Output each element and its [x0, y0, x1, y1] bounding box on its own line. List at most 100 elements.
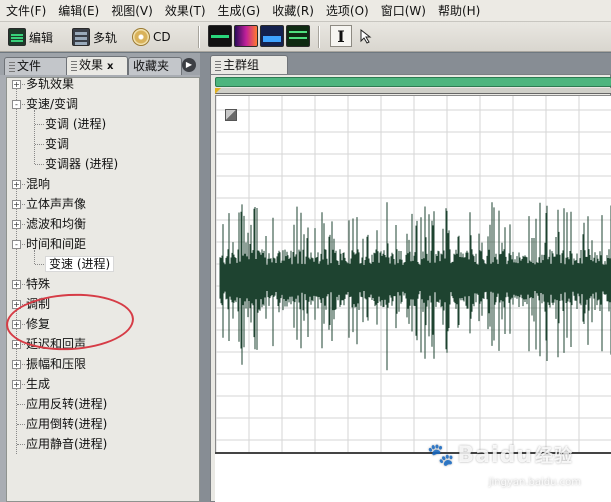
- tree-item-label: 变速 (进程): [45, 256, 115, 272]
- menu-item[interactable]: 效果(T): [159, 0, 212, 22]
- time-ruler[interactable]: [215, 88, 611, 94]
- tab-main-group-label: 主群组: [223, 58, 260, 72]
- tree-category[interactable]: 特殊: [26, 274, 50, 294]
- menu-item[interactable]: 帮助(H): [432, 0, 486, 22]
- tree-category[interactable]: 立体声声像: [26, 194, 86, 214]
- panel-tabs: 文件 效果 x 收藏夹 ▶: [0, 53, 200, 75]
- menu-item[interactable]: 生成(G): [212, 0, 267, 22]
- grip-icon: [9, 61, 15, 72]
- timeline-overview-bar[interactable]: [215, 77, 611, 87]
- menu-item[interactable]: 文件(F): [0, 0, 52, 22]
- collapse-icon[interactable]: -: [12, 240, 21, 249]
- tree-guide-line: [34, 250, 35, 264]
- main-editor-panel: 主群组: [200, 53, 611, 502]
- grip-icon: [71, 60, 77, 71]
- toolbar: 编辑 多轨 CD I: [0, 22, 611, 52]
- marquee-tool-icon[interactable]: [356, 25, 378, 47]
- menu-item[interactable]: 收藏(R): [266, 0, 320, 22]
- tab-effects[interactable]: 效果 x: [66, 56, 128, 75]
- multitrack-mode-button[interactable]: 多轨: [72, 26, 117, 48]
- cd-mode-label: CD: [153, 30, 171, 44]
- tree-item-label: 生成: [26, 377, 51, 391]
- close-icon[interactable]: x: [107, 58, 113, 75]
- playhead-marker-icon[interactable]: [215, 88, 221, 94]
- tree-item-label: 应用倒转(进程): [26, 417, 108, 431]
- tree-connector: [35, 124, 44, 125]
- tree-item-label: 多轨效果: [26, 77, 75, 91]
- waveform-edit-icon: [8, 28, 26, 46]
- tree-item-label: 应用静音(进程): [26, 437, 108, 451]
- tree-category[interactable]: 应用反转(进程): [26, 394, 107, 414]
- tree-category[interactable]: 应用静音(进程): [26, 434, 107, 454]
- cd-mode-button[interactable]: CD: [132, 26, 171, 48]
- edit-mode-label: 编辑: [29, 30, 54, 45]
- tree-item[interactable]: 变速 (进程): [45, 254, 115, 274]
- menu-bar: 文件(F) 编辑(E) 视图(V) 效果(T) 生成(G) 收藏(R) 选项(O) 窗口(W)…: [0, 0, 611, 22]
- expand-icon[interactable]: +: [12, 200, 21, 209]
- effects-panel: 文件 效果 x 收藏夹 ▶ 多轨效果 + 变速/变调 - 变调 (进程) 变调 变调器 (进程…: [0, 53, 200, 502]
- tab-main-group[interactable]: 主群组: [210, 55, 288, 75]
- tab-files[interactable]: 文件: [4, 57, 68, 75]
- grip-icon: [215, 60, 221, 71]
- tab-favorites[interactable]: 收藏夹: [128, 57, 182, 75]
- track-options-icon[interactable]: [225, 109, 237, 121]
- tree-category[interactable]: 时间和间距: [26, 234, 86, 254]
- effects-tree: 多轨效果 + 变速/变调 - 变调 (进程) 变调 变调器 (进程) 混响 + 立体声声像 + 滤波和…: [6, 77, 200, 502]
- multitrack-icon: [72, 28, 90, 46]
- toolbar-separator: [198, 26, 200, 48]
- menu-item[interactable]: 选项(O): [320, 0, 375, 22]
- tree-category[interactable]: 振幅和压限: [26, 354, 86, 374]
- tree-connector: [17, 444, 25, 445]
- waveform-view-icon[interactable]: [208, 25, 232, 47]
- tree-item-label: 变调 (进程): [45, 117, 107, 131]
- waveform-svg: [216, 96, 611, 467]
- tree-item-label: 振幅和压限: [26, 357, 87, 371]
- tree-item-label: 时间和间距: [26, 237, 87, 251]
- expand-icon[interactable]: +: [12, 220, 21, 229]
- menu-item[interactable]: 编辑(E): [52, 0, 105, 22]
- waveform-core: [220, 267, 611, 291]
- time-selection-tool-icon[interactable]: I: [330, 25, 352, 47]
- tree-item[interactable]: 变调 (进程): [45, 114, 106, 134]
- tree-connector: [17, 404, 25, 405]
- tree-guide-line: [34, 110, 35, 164]
- tree-item-label: 变速/变调: [26, 97, 79, 111]
- expand-icon[interactable]: +: [12, 180, 21, 189]
- tab-favorites-label: 收藏夹: [133, 59, 170, 73]
- tree-item-label: 特殊: [26, 277, 51, 291]
- tree-category[interactable]: 生成: [26, 374, 50, 394]
- expand-icon[interactable]: +: [12, 360, 21, 369]
- tree-connector: [35, 144, 44, 145]
- tree-item-label: 立体声声像: [26, 197, 87, 211]
- tree-category[interactable]: 混响: [26, 174, 50, 194]
- tree-connector: [35, 264, 44, 265]
- watermark-brand: Bai: [457, 443, 500, 468]
- cd-disc-icon: [132, 28, 150, 46]
- tree-connector: [17, 424, 25, 425]
- edit-mode-button[interactable]: 编辑: [8, 26, 53, 48]
- expand-icon[interactable]: +: [12, 80, 21, 89]
- menu-item[interactable]: 视图(V): [105, 0, 159, 22]
- phase-view-icon[interactable]: [286, 25, 310, 47]
- tree-guide-line: [16, 86, 17, 454]
- watermark-sub: 经验: [535, 446, 573, 467]
- tree-item-label: 应用反转(进程): [26, 397, 108, 411]
- pan-view-icon[interactable]: [260, 25, 284, 47]
- tree-item[interactable]: 变调: [45, 134, 69, 154]
- baidu-paw-icon: 🐾: [427, 443, 456, 468]
- tree-item-label: 混响: [26, 177, 51, 191]
- collapse-icon[interactable]: -: [12, 100, 21, 109]
- tab-scroll-right-icon[interactable]: ▶: [182, 58, 196, 72]
- expand-icon[interactable]: +: [12, 380, 21, 389]
- tree-connector: [35, 164, 44, 165]
- waveform-display[interactable]: [215, 95, 611, 468]
- spectral-view-icon[interactable]: [234, 25, 258, 47]
- menu-item[interactable]: 窗口(W): [375, 0, 432, 22]
- tree-category[interactable]: 应用倒转(进程): [26, 414, 107, 434]
- editor-body: [210, 74, 611, 502]
- tree-category[interactable]: 滤波和均衡: [26, 214, 86, 234]
- tree-item[interactable]: 变调器 (进程): [45, 154, 118, 174]
- expand-icon[interactable]: +: [12, 280, 21, 289]
- tree-category[interactable]: 多轨效果: [26, 74, 74, 94]
- baidu-watermark-logo: 🐾Baidu 经验: [427, 442, 573, 468]
